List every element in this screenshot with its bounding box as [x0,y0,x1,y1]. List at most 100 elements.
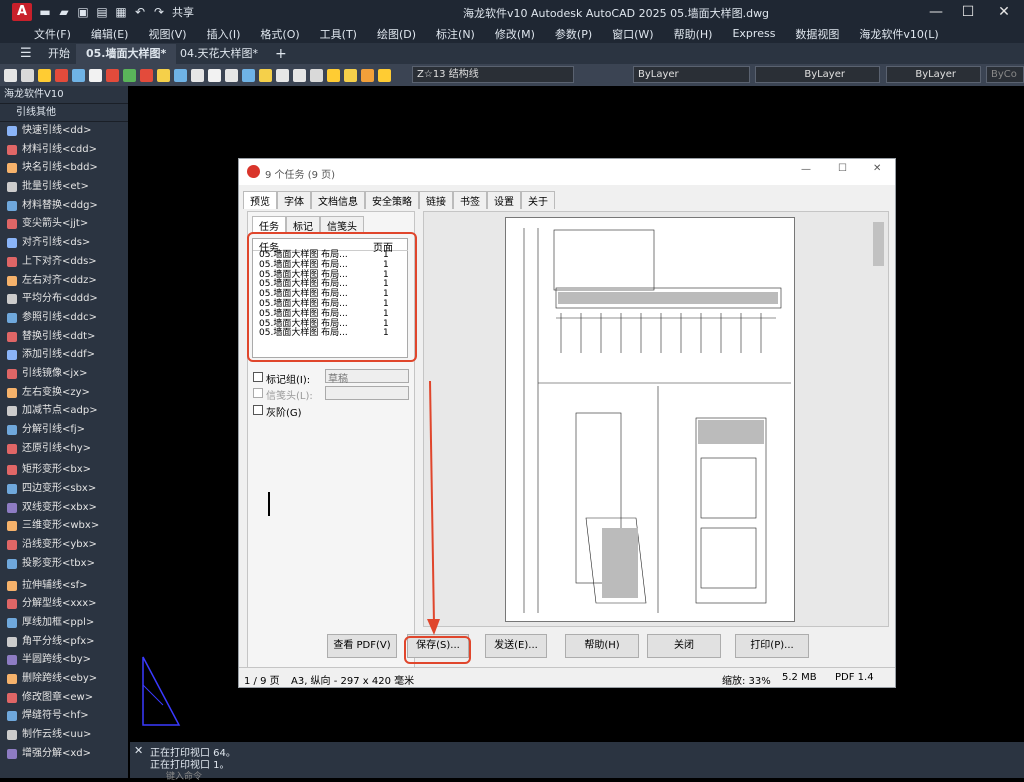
dialog-button[interactable]: 查看 PDF(V) [327,634,397,658]
layer-dropdown[interactable]: Z☆13 结构线 [412,66,574,83]
close-icon[interactable]: ✕ [873,163,881,174]
toolbar-tool-icon[interactable] [55,68,68,82]
letterhead-checkbox[interactable] [253,388,263,398]
menu-item[interactable]: 海龙软件v10(L) [859,26,938,42]
plotstyle-dropdown[interactable]: ByCo [986,66,1024,83]
panel-tool-item[interactable]: 分解型线<xxx> [0,595,128,614]
menu-item[interactable]: Express [732,27,775,40]
command-line[interactable]: ✕ 正在打印视口 64。 正在打印视口 1。 键入命令 [130,742,1024,782]
panel-tool-item[interactable]: 块名引线<bdd> [0,159,128,178]
dialog-button[interactable]: 帮助(H) [565,634,639,658]
dialog-tab[interactable]: 关于 [521,191,555,209]
panel-tool-item[interactable]: 左右变换<zy> [0,384,128,403]
maximize-icon[interactable]: ☐ [958,2,978,22]
toolbar-tool-icon[interactable] [378,68,391,82]
toolbar-tool-icon[interactable] [276,68,289,82]
grayscale-checkbox[interactable] [253,405,263,415]
panel-tool-item[interactable]: 参照引线<ddc> [0,309,128,328]
panel-tool-item[interactable]: 上下对齐<dds> [0,253,128,272]
plot-icon[interactable]: ▦ [114,5,128,19]
dialog-button[interactable]: 打印(P)... [735,634,809,658]
dialog-button[interactable]: 发送(E)... [485,634,547,658]
panel-tool-item[interactable]: 还原引线<hy> [0,440,128,459]
panel-tool-item[interactable]: 沿线变形<ybx> [0,536,128,555]
lineweight-dropdown[interactable]: ByLayer [886,66,981,83]
menu-item[interactable]: 编辑(E) [91,26,129,42]
panel-tool-item[interactable]: 四边变形<sbx> [0,480,128,499]
dialog-tab[interactable]: 书签 [453,191,487,209]
panel-tool-item[interactable]: 矩形变形<bx> [0,461,128,480]
maximize-icon[interactable]: ☐ [838,163,847,174]
toolbar-tool-icon[interactable] [157,68,170,82]
new-icon[interactable]: ▬ [38,5,52,19]
panel-tool-item[interactable]: 拉伸辅线<sf> [0,577,128,596]
dialog-tab[interactable]: 文档信息 [311,191,365,209]
panel-tool-item[interactable]: 半圆跨线<by> [0,651,128,670]
panel-tool-item[interactable]: 焊缝符号<hf> [0,707,128,726]
toolbar-tool-icon[interactable] [225,68,238,82]
dialog-tab[interactable]: 字体 [277,191,311,209]
preview-scrollbar[interactable] [873,222,884,266]
dialog-tab[interactable]: 安全策略 [365,191,419,209]
toolbar-tool-icon[interactable] [140,68,153,82]
close-icon[interactable]: ✕ [994,2,1014,22]
panel-tool-item[interactable]: 替换引线<ddt> [0,328,128,347]
toolbar-tool-icon[interactable] [106,68,119,82]
color-dropdown[interactable]: ByLayer [633,66,750,83]
menu-item[interactable]: 文件(F) [34,26,71,42]
toolbar-tool-icon[interactable] [123,68,136,82]
panel-tool-item[interactable]: 材料引线<cdd> [0,141,128,160]
panel-tool-item[interactable]: 角平分线<pfx> [0,633,128,652]
redo-icon[interactable]: ↷ [152,5,166,19]
mark-group-select[interactable]: 草稿 [325,369,409,385]
toolbar-tool-icon[interactable] [208,68,221,82]
panel-tool-item[interactable]: 快速引线<dd> [0,122,128,141]
menu-icon[interactable]: ☰ [10,44,42,64]
toolbar-tool-icon[interactable] [4,68,17,82]
panel-tool-item[interactable]: 变尖箭头<jjt> [0,215,128,234]
panel-tool-item[interactable]: 厚线加框<ppl> [0,614,128,633]
menu-item[interactable]: 视图(V) [148,26,186,42]
linetype-dropdown[interactable]: ByLayer [755,66,880,83]
panel-tool-item[interactable]: 增强分解<xd> [0,745,128,764]
toolbar-tool-icon[interactable] [310,68,323,82]
panel-tool-item[interactable]: 左右对齐<ddz> [0,272,128,291]
menu-item[interactable]: 绘图(D) [377,26,416,42]
tab-start[interactable]: 开始 [38,44,80,64]
toolbar-tool-icon[interactable] [259,68,272,82]
panel-tool-item[interactable]: 删除跨线<eby> [0,670,128,689]
dialog-tab[interactable]: 预览 [243,191,277,209]
pdf-preview[interactable] [423,211,889,627]
dialog-tab[interactable]: 链接 [419,191,453,209]
toolbar-tool-icon[interactable] [174,68,187,82]
menu-item[interactable]: 插入(I) [207,26,241,42]
panel-tool-item[interactable]: 三维变形<wbx> [0,517,128,536]
panel-tool-item[interactable]: 加减节点<adp> [0,402,128,421]
menu-item[interactable]: 格式(O) [260,26,299,42]
menu-item[interactable]: 修改(M) [495,26,535,42]
close-icon[interactable]: ✕ [134,744,143,757]
panel-tool-item[interactable]: 双线变形<xbx> [0,499,128,518]
save-icon[interactable]: ▣ [76,5,90,19]
dialog-button[interactable]: 关闭 [647,634,721,658]
menu-item[interactable]: 参数(P) [555,26,592,42]
toolbar-tool-icon[interactable] [327,68,340,82]
toolbar-tool-icon[interactable] [72,68,85,82]
minimize-icon[interactable]: — [801,164,811,175]
share-button[interactable]: 共享 [172,4,194,20]
toolbar-tool-icon[interactable] [344,68,357,82]
mark-group-checkbox[interactable] [253,372,263,382]
new-tab-icon[interactable]: + [265,44,297,64]
panel-tool-item[interactable]: 制作云线<uu> [0,726,128,745]
toolbar-tool-icon[interactable] [191,68,204,82]
menu-item[interactable]: 帮助(H) [674,26,713,42]
panel-tool-item[interactable]: 引线镜像<jx> [0,365,128,384]
open-icon[interactable]: ▰ [57,5,71,19]
menu-item[interactable]: 数据视图 [795,26,839,42]
panel-tool-item[interactable]: 添加引线<ddf> [0,346,128,365]
menu-item[interactable]: 标注(N) [436,26,475,42]
panel-tool-item[interactable]: 对齐引线<ds> [0,234,128,253]
command-input[interactable]: 键入命令 [166,769,202,782]
panel-tool-item[interactable]: 材料替换<ddg> [0,197,128,216]
menu-item[interactable]: 工具(T) [320,26,357,42]
